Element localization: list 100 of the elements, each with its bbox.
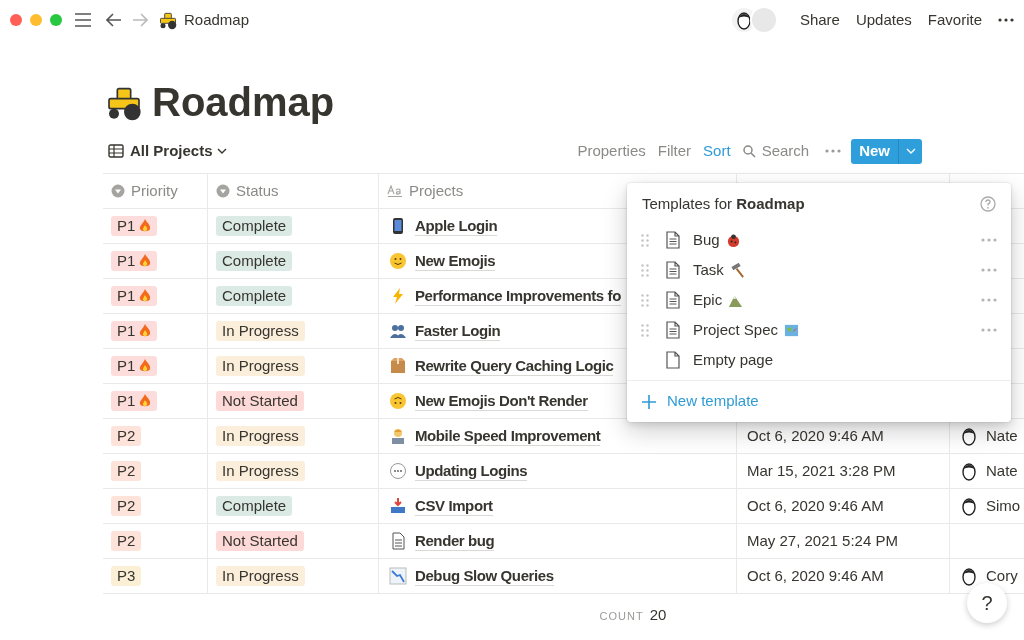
priority-tag: P2 (111, 531, 142, 551)
minimize-window-button[interactable] (30, 14, 42, 26)
priority-tag: P1 (111, 321, 158, 341)
back-arrow-icon[interactable] (106, 13, 122, 27)
priority-tag: P1 (111, 356, 158, 376)
more-icon (981, 298, 997, 302)
template-item[interactable]: Task (627, 255, 1011, 285)
template-item[interactable]: Epic (627, 285, 1011, 315)
more-icon (981, 268, 997, 272)
topbar-button[interactable]: Updates (847, 6, 920, 34)
priority-tag: P1 (111, 251, 158, 271)
priority-tag: P1 (111, 286, 158, 306)
new-dropdown-button[interactable] (898, 138, 922, 164)
project-link[interactable]: New Emojis Don't Render (415, 391, 588, 411)
menu-icon[interactable] (74, 13, 92, 27)
topbar-button[interactable]: Share (791, 6, 848, 34)
drag-handle-icon (641, 263, 649, 277)
project-link[interactable]: Render bug (415, 531, 495, 551)
project-link[interactable]: Performance Improvements fo (415, 286, 621, 306)
chevron-down-icon (905, 148, 916, 154)
document-icon (665, 321, 681, 339)
avatar (960, 426, 978, 446)
drag-handle-icon (641, 323, 649, 337)
priority-tag: P1 (111, 216, 158, 236)
zoom-window-button[interactable] (50, 14, 62, 26)
package-icon (389, 357, 407, 375)
template-name: Empty page (693, 349, 774, 370)
template-name: Bug (693, 229, 720, 250)
template-item[interactable]: Bug (627, 225, 1011, 255)
help-button[interactable]: ? (967, 583, 1007, 623)
select-property-icon (216, 184, 230, 198)
breadcrumb[interactable]: Roadmap (184, 8, 250, 32)
template-name: Project Spec (693, 319, 779, 340)
menu-title: Templates for Roadmap (642, 193, 805, 214)
status-tag: Complete (216, 496, 293, 516)
table-icon (108, 144, 124, 158)
avatar (960, 566, 978, 586)
date-cell-text: May 27, 2021 5:24 PM (747, 530, 898, 551)
more-icon (998, 18, 1014, 22)
template-name: Epic (693, 289, 723, 310)
date-cell-text: Mar 15, 2021 3:28 PM (747, 460, 896, 481)
project-link[interactable]: Updating Logins (415, 461, 528, 481)
status-tag: Not Started (216, 391, 304, 411)
template-item[interactable]: Empty page (627, 345, 1011, 375)
priority-tag: P2 (111, 461, 142, 481)
priority-tag: P1 (111, 391, 158, 411)
hammer-icon (729, 262, 745, 278)
forward-arrow-icon[interactable] (132, 13, 148, 27)
fire-icon (139, 359, 152, 373)
count-label: COUNT (599, 609, 644, 624)
status-tag: Not Started (216, 531, 304, 551)
topbar-button[interactable]: Favorite (919, 6, 990, 34)
person-name: Nate (986, 460, 1018, 481)
fire-icon (139, 219, 152, 233)
template-item[interactable]: Project Spec (627, 315, 1011, 345)
speech-bubble-icon (389, 462, 407, 480)
ladybug-icon (725, 232, 741, 248)
fire-icon (139, 394, 152, 408)
select-property-icon (111, 184, 125, 198)
status-tag: In Progress (216, 321, 305, 341)
project-link[interactable]: Mobile Speed Improvement (415, 426, 601, 446)
document-icon (665, 291, 681, 309)
column-header: Projects (409, 180, 464, 201)
document-icon (389, 532, 407, 550)
help-icon[interactable] (980, 196, 996, 212)
person-laptop-icon (389, 427, 407, 445)
count-value: 20 (649, 605, 667, 625)
search-icon (742, 144, 756, 158)
more-icon (825, 149, 842, 153)
status-tag: In Progress (216, 566, 305, 586)
project-link[interactable]: Apple Login (415, 216, 498, 236)
toolbar-button[interactable]: Properties (571, 139, 652, 163)
priority-tag: P2 (111, 496, 142, 516)
project-link[interactable]: CSV Import (415, 496, 493, 516)
drag-handle-icon (641, 233, 649, 247)
project-link[interactable]: Rewrite Query Caching Logic (415, 356, 614, 376)
status-tag: Complete (216, 251, 293, 271)
column-header: Status (236, 180, 279, 201)
project-link[interactable]: Debug Slow Queries (415, 566, 554, 586)
date-cell-text: Oct 6, 2020 9:46 AM (747, 425, 884, 446)
project-link[interactable]: Faster Login (415, 321, 501, 341)
person-name: Cory (986, 565, 1018, 586)
project-link[interactable]: New Emojis (415, 251, 496, 271)
template-name: Task (693, 259, 724, 280)
fire-icon (139, 254, 152, 268)
page-title: Roadmap (152, 79, 335, 126)
more-icon (981, 238, 997, 242)
toolbar-button[interactable]: Search (736, 139, 816, 163)
close-window-button[interactable] (10, 14, 22, 26)
smiley-icon (389, 252, 407, 270)
person-name: Simo (986, 495, 1021, 516)
view-selector[interactable]: All Projects (130, 139, 227, 163)
fire-icon (139, 289, 152, 303)
people-icon (389, 322, 407, 340)
inbox-tray-icon (389, 497, 407, 515)
person-name: Nate (986, 425, 1018, 446)
column-header: Priority (131, 180, 178, 201)
priority-tag: P2 (111, 426, 142, 446)
status-tag: In Progress (216, 426, 305, 446)
date-cell-text: Oct 6, 2020 9:46 AM (747, 495, 884, 516)
